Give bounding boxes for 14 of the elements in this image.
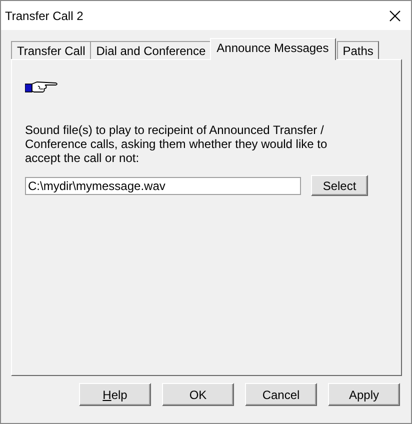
description-text: Sound file(s) to play to recipeint of Announced Transfer / Conference calls, asking them whether they would like to accept the call or not: (25, 123, 328, 165)
dialog-button[interactable]: Help (79, 383, 151, 406)
pointing-hand-icon (25, 80, 59, 94)
tab[interactable]: Announce Messages (210, 38, 336, 60)
window-title: Transfer Call 2 (5, 8, 84, 22)
select-button[interactable]: Select (311, 175, 368, 196)
tab[interactable]: Transfer Call (11, 41, 92, 60)
tab[interactable]: Dial and Conference (90, 41, 212, 60)
dialog-button[interactable]: Apply (328, 383, 400, 406)
dialog-button[interactable]: Cancel (245, 383, 317, 406)
dialog-button[interactable]: OK (162, 383, 234, 406)
close-icon[interactable] (389, 10, 401, 22)
file-path-field[interactable]: C:\mydir\mymessage.wav (25, 176, 301, 194)
tab[interactable]: Paths (336, 41, 380, 60)
